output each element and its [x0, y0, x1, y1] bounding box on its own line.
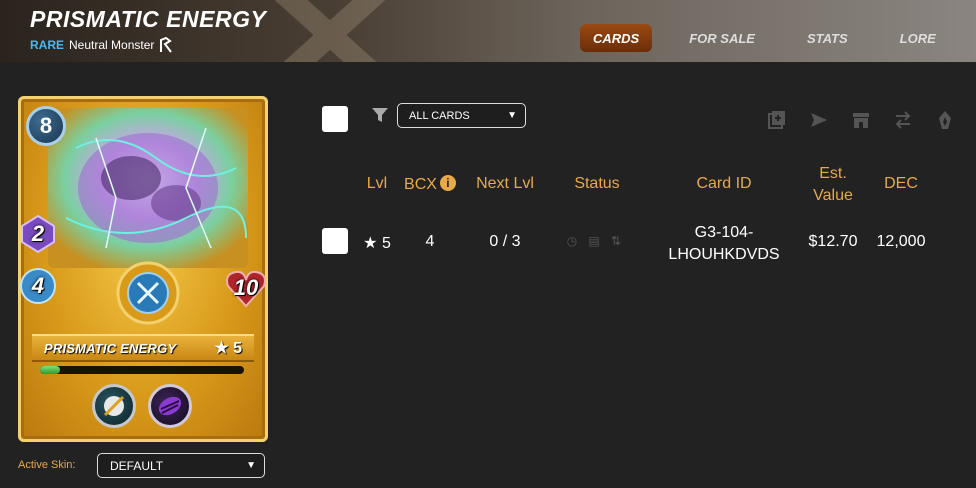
- card-name: PRISMATIC ENERGY: [44, 340, 177, 356]
- ability-shield-bow-icon: [92, 384, 136, 428]
- market-icon: ▤: [588, 234, 600, 248]
- card-subtitle: RARE Neutral Monster: [30, 37, 173, 53]
- column-header-card-id: Card ID: [696, 175, 752, 192]
- row-lvl: ★ 5: [363, 235, 391, 252]
- card-level: ★ 5: [214, 340, 242, 357]
- tab-stats[interactable]: STATS: [794, 24, 861, 52]
- select-all-checkbox[interactable]: [322, 106, 348, 132]
- transfer-icon: ⇅: [610, 234, 622, 248]
- dropdown-arrow-icon: ▼: [507, 110, 517, 121]
- burn-icon[interactable]: [934, 109, 956, 131]
- combine-icon[interactable]: [766, 109, 788, 131]
- xp-progress-fill: [40, 366, 61, 374]
- column-header-bcx-label: BCX: [404, 176, 437, 193]
- xp-progress-bar: [40, 366, 244, 374]
- row-status: ◷ ▤ ⇅: [565, 234, 623, 248]
- health-value: 10: [233, 275, 259, 300]
- crossed-axes-decoration-icon: [274, 0, 386, 62]
- card-filter-value: ALL CARDS: [409, 109, 470, 122]
- column-header-est-value-line2: Value: [813, 187, 853, 204]
- active-skin-value: DEFAULT: [110, 458, 164, 473]
- column-header-bcx: BCX i: [398, 175, 462, 194]
- row-est-value: $12.70: [808, 233, 858, 250]
- transfer-icon[interactable]: [892, 109, 914, 131]
- card-name-plate: PRISMATIC ENERGY ★ 5: [32, 334, 254, 362]
- magic-attack-stat: 2: [18, 214, 58, 254]
- tab-for-sale[interactable]: FOR SALE: [676, 24, 768, 52]
- page-header: PRISMATIC ENERGY RARE Neutral Monster CA…: [0, 0, 976, 62]
- row-bcx: 4: [425, 233, 435, 250]
- column-header-lvl: Lvl: [366, 175, 388, 192]
- rarity-label: RARE: [30, 38, 65, 52]
- tab-bar: CARDS FOR SALE STATS LORE: [580, 24, 961, 52]
- card-filter-select[interactable]: ALL CARDS ▼: [397, 103, 526, 128]
- dropdown-arrow-icon: ▼: [246, 460, 256, 471]
- active-skin-label: Active Skin:: [18, 459, 76, 471]
- card-artwork: [48, 108, 248, 325]
- column-header-est-value-line1: Est.: [819, 165, 847, 182]
- edition-icon: [160, 37, 173, 53]
- purple-orb-icon: [158, 396, 182, 416]
- card-type-label: Neutral Monster: [69, 38, 155, 52]
- send-icon[interactable]: [808, 109, 830, 131]
- page-title: PRISMATIC ENERGY: [30, 6, 267, 32]
- column-header-status: Status: [574, 175, 620, 192]
- column-header-next-lvl: Next Lvl: [476, 175, 534, 192]
- speed-stat: 4: [18, 266, 58, 306]
- row-checkbox[interactable]: [322, 228, 348, 254]
- row-card-id-line2: LHOUHKDVDS: [668, 246, 780, 263]
- ability-purple-orb-icon: [148, 384, 192, 428]
- tab-cards[interactable]: CARDS: [580, 24, 653, 52]
- filter-icon: [372, 108, 388, 122]
- mana-cost: 8: [26, 106, 66, 146]
- magic-value: 2: [31, 221, 45, 246]
- row-next-lvl: 0 / 3: [489, 233, 521, 250]
- tab-lore[interactable]: LORE: [887, 24, 949, 52]
- column-header-dec: DEC: [884, 175, 918, 192]
- speed-value: 4: [31, 273, 45, 298]
- row-card-id-line1: G3-104-: [694, 224, 754, 241]
- info-icon[interactable]: i: [439, 175, 456, 191]
- active-skin-select[interactable]: DEFAULT ▼: [97, 453, 265, 478]
- row-card-id[interactable]: G3-104- LHOUHKDVDS: [660, 222, 788, 266]
- clock-icon: ◷: [566, 234, 578, 248]
- column-header-est-value: Est. Value: [800, 165, 866, 205]
- card-image: 8 2 4 10 PRISMATIC ENERGY ★ 5: [18, 96, 268, 442]
- market-icon[interactable]: [850, 109, 872, 131]
- row-dec: 12,000: [876, 233, 926, 250]
- health-stat: 10: [226, 268, 266, 308]
- shield-bow-icon: [103, 395, 125, 417]
